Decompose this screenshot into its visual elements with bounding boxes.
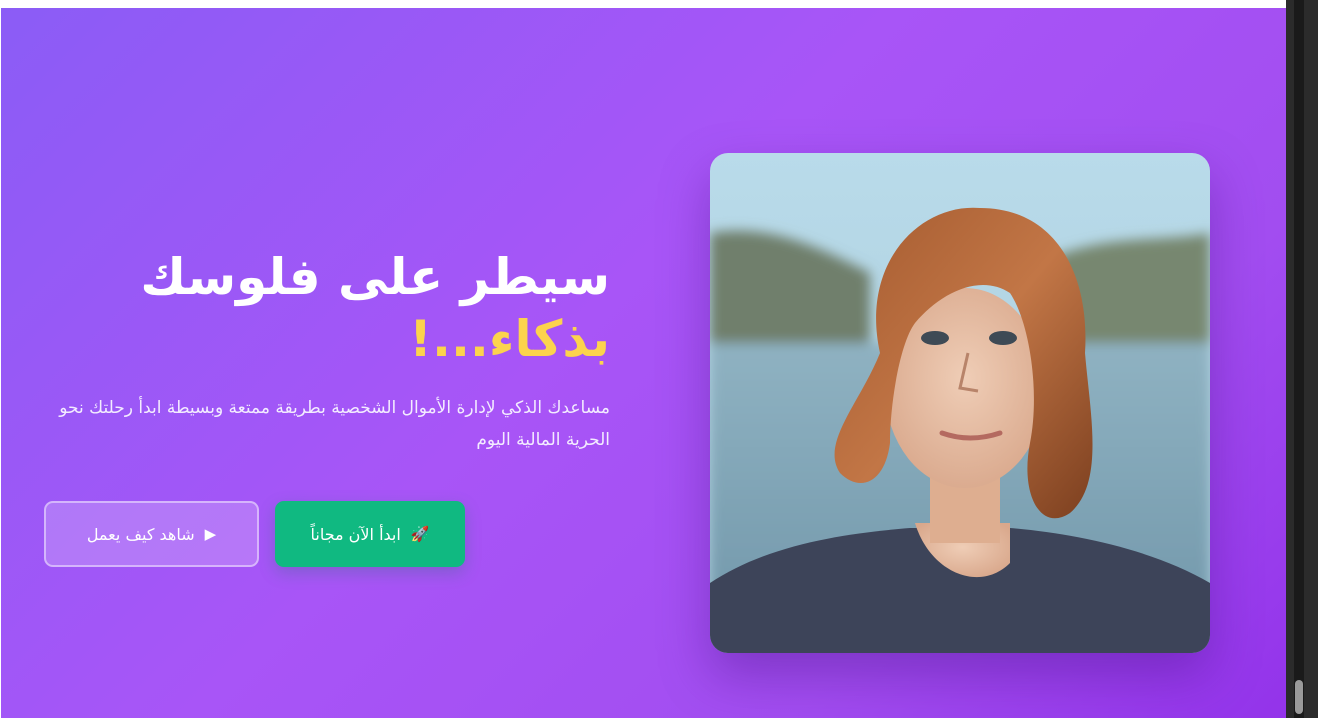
- hero-headline: سيطر على فلوسك بذكاء...!: [50, 246, 610, 370]
- hero-actions: 🚀 ابدأ الآن مجاناً ▶ شاهد كيف يعمل: [44, 501, 465, 567]
- hero-section: سيطر على فلوسك بذكاء...! مساعدك الذكي لإ…: [1, 8, 1286, 718]
- portrait-photo: [710, 153, 1210, 653]
- start-free-button[interactable]: 🚀 ابدأ الآن مجاناً: [275, 501, 465, 567]
- scrollbar-thumb[interactable]: [1295, 680, 1303, 714]
- headline-accent: بذكاء...!: [409, 310, 610, 368]
- hero-text-block: سيطر على فلوسك بذكاء...! مساعدك الذكي لإ…: [50, 246, 610, 456]
- scrollbar-track: [1294, 0, 1304, 718]
- top-strip: [0, 0, 1286, 8]
- page-viewport: سيطر على فلوسك بذكاء...! مساعدك الذكي لإ…: [0, 0, 1318, 718]
- watch-how-it-works-button[interactable]: ▶ شاهد كيف يعمل: [44, 501, 259, 567]
- window-scrollbar[interactable]: [1286, 0, 1318, 718]
- start-free-label: ابدأ الآن مجاناً: [310, 524, 401, 544]
- watch-how-label: شاهد كيف يعمل: [86, 524, 195, 544]
- play-icon: ▶: [204, 525, 217, 543]
- rocket-icon: 🚀: [410, 525, 430, 543]
- headline-line-1: سيطر على فلوسك: [140, 248, 610, 306]
- hero-subtitle: مساعدك الذكي لإدارة الأموال الشخصية بطري…: [59, 398, 610, 450]
